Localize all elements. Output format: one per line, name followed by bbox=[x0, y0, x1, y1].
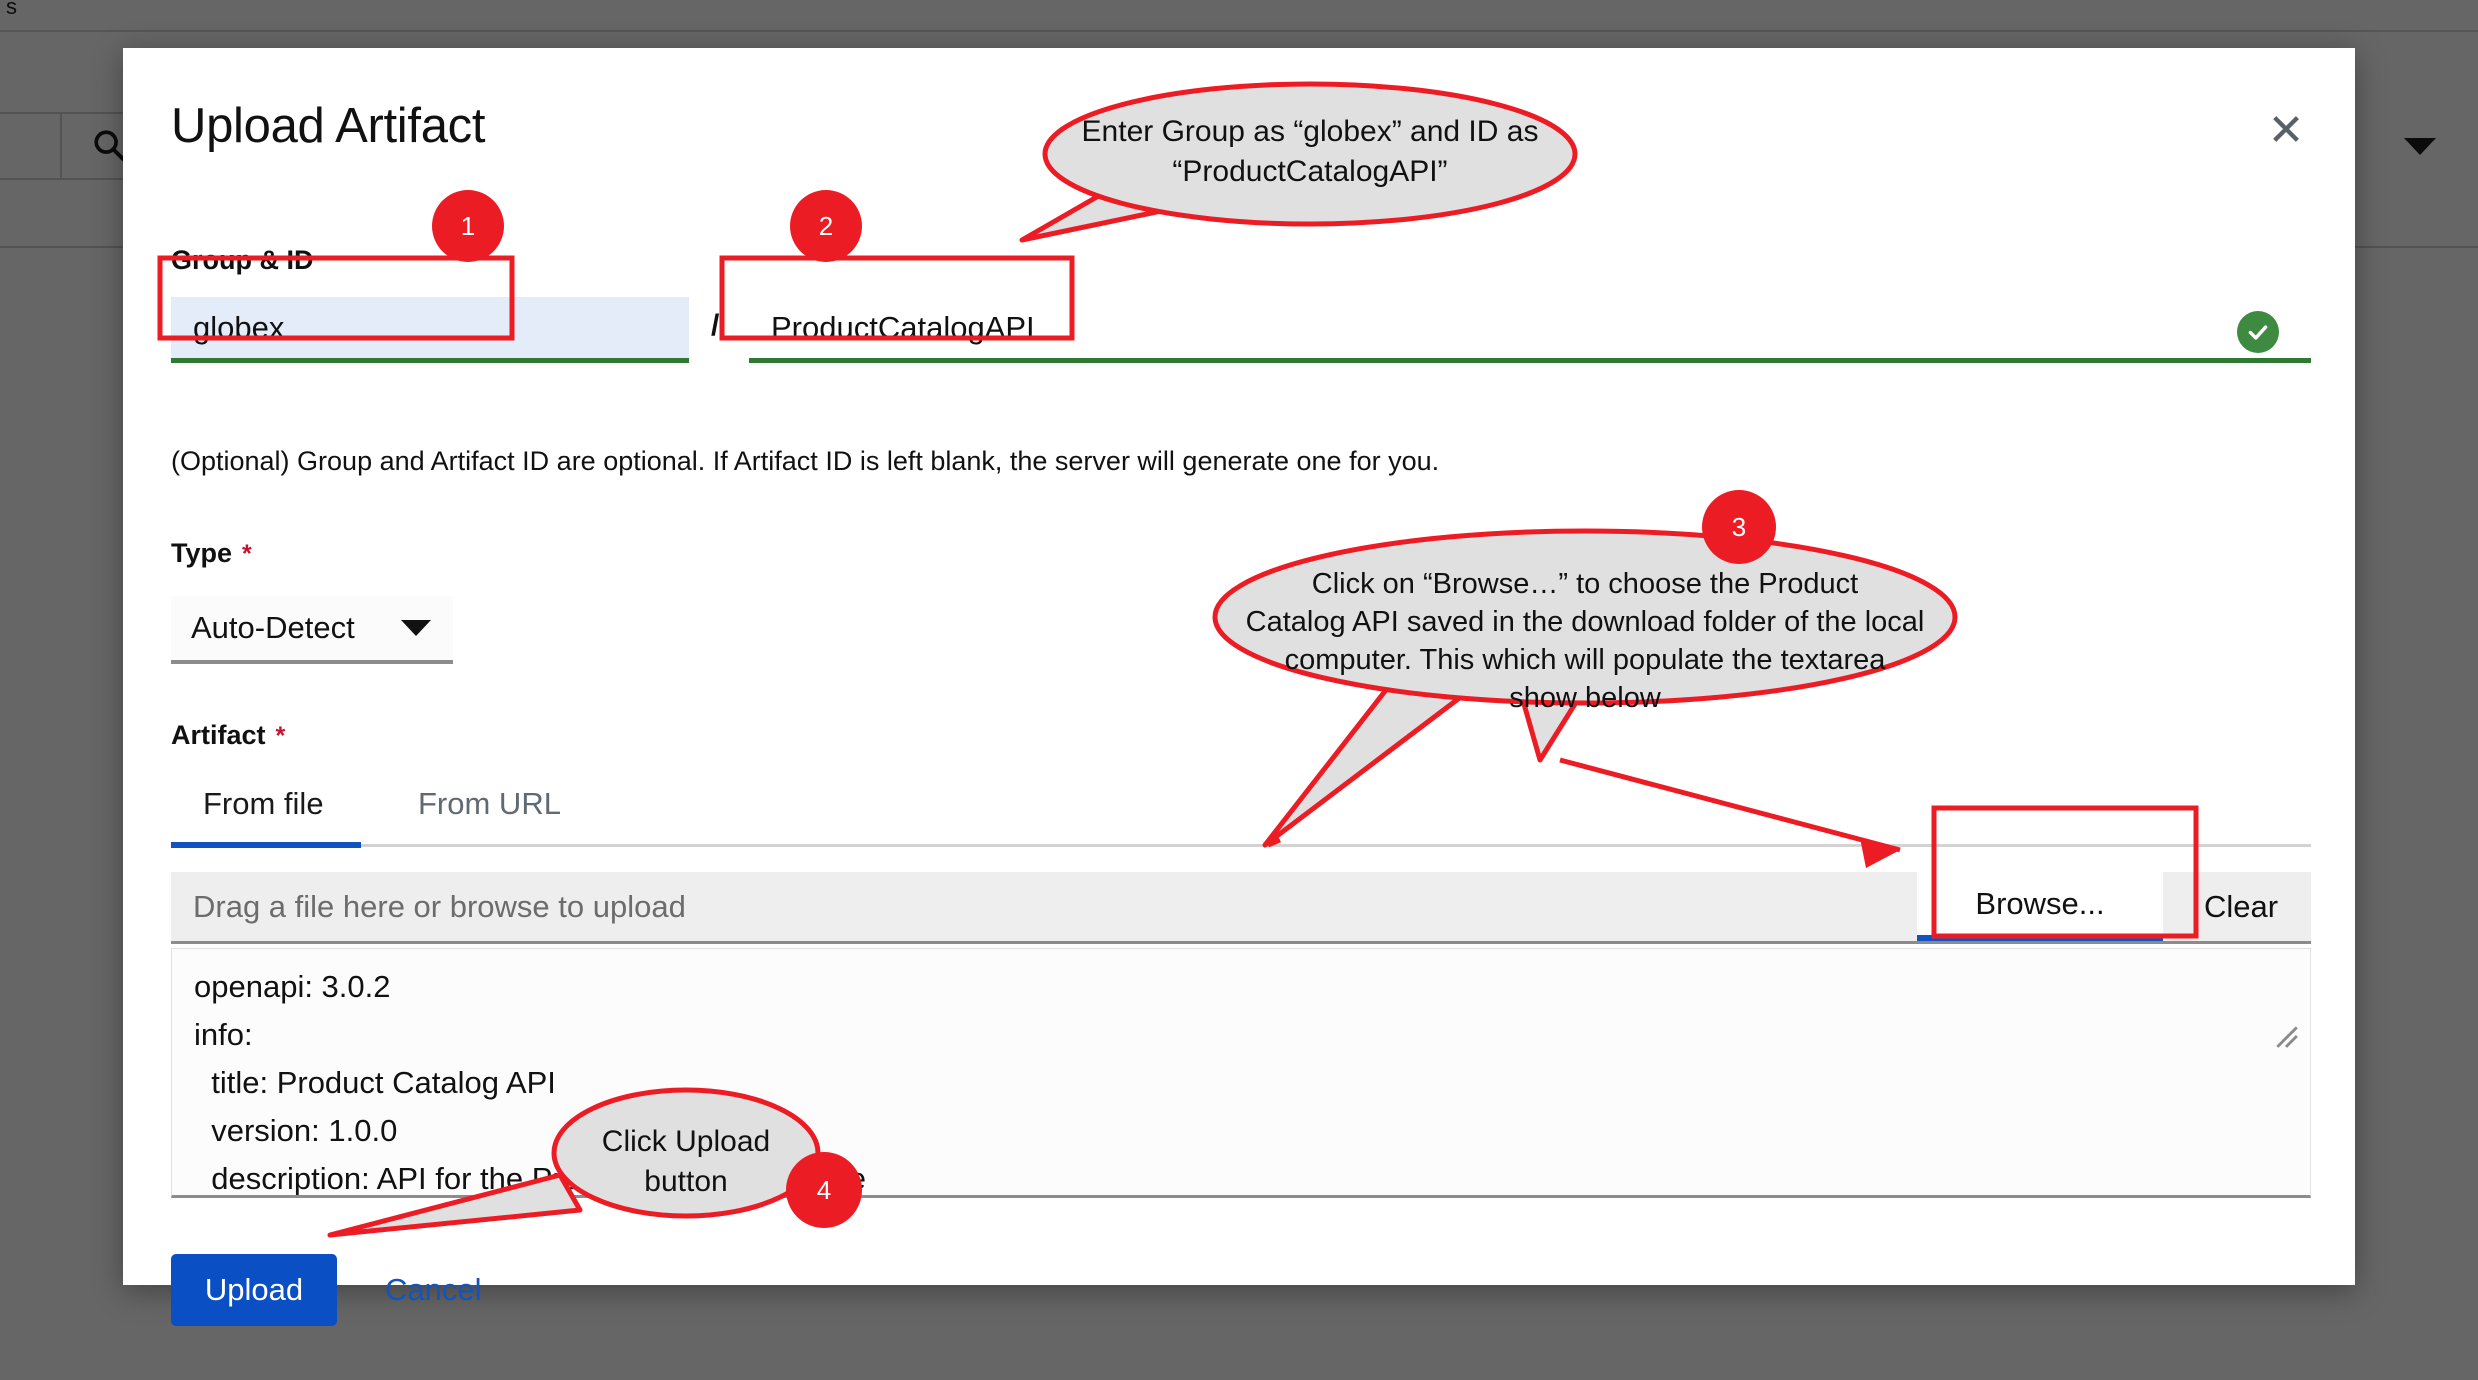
tab-from-file[interactable]: From file bbox=[203, 786, 324, 842]
check-circle-icon bbox=[2237, 311, 2279, 353]
clear-button[interactable]: Clear bbox=[2181, 872, 2301, 941]
tabs-divider bbox=[171, 844, 2311, 847]
type-select-value: Auto-Detect bbox=[191, 610, 355, 645]
file-dropzone[interactable]: Drag a file here or browse to upload Bro… bbox=[171, 872, 2311, 944]
page-root: s Upload Artifact ✕ Group & ID / bbox=[0, 0, 2478, 1380]
group-id-row: / bbox=[171, 297, 2311, 371]
artifact-label: Artifact * bbox=[171, 720, 285, 751]
optional-note: (Optional) Group and Artifact ID are opt… bbox=[171, 446, 1440, 476]
required-asterisk: * bbox=[242, 540, 252, 568]
page-title: Upload Artifact bbox=[171, 99, 486, 153]
tab-active-indicator bbox=[171, 842, 361, 848]
cancel-button[interactable]: Cancel bbox=[385, 1254, 482, 1326]
artifact-source-tabs: From file From URL bbox=[171, 786, 2311, 848]
group-input[interactable] bbox=[171, 297, 689, 363]
artifact-content-textarea[interactable]: openapi: 3.0.2 info: title: Product Cata… bbox=[171, 948, 2311, 1198]
type-label-text: Type bbox=[171, 538, 233, 568]
artifact-label-text: Artifact bbox=[171, 720, 266, 750]
browse-button[interactable]: Browse... bbox=[1917, 872, 2163, 941]
dropzone-placeholder: Drag a file here or browse to upload bbox=[193, 888, 686, 924]
group-id-separator: / bbox=[711, 309, 720, 342]
chevron-down-icon bbox=[400, 620, 431, 636]
required-asterisk: * bbox=[275, 722, 286, 750]
upload-button[interactable]: Upload bbox=[171, 1254, 337, 1326]
group-id-label: Group & ID bbox=[171, 245, 314, 275]
type-select[interactable]: Auto-Detect bbox=[171, 596, 453, 664]
type-label: Type * bbox=[171, 538, 252, 569]
upload-artifact-dialog: Upload Artifact ✕ Group & ID / (Optional… bbox=[123, 48, 2355, 1326]
close-icon[interactable]: ✕ bbox=[2259, 104, 2313, 158]
artifact-id-input[interactable] bbox=[749, 297, 2311, 363]
tab-from-url[interactable]: From URL bbox=[418, 786, 561, 842]
